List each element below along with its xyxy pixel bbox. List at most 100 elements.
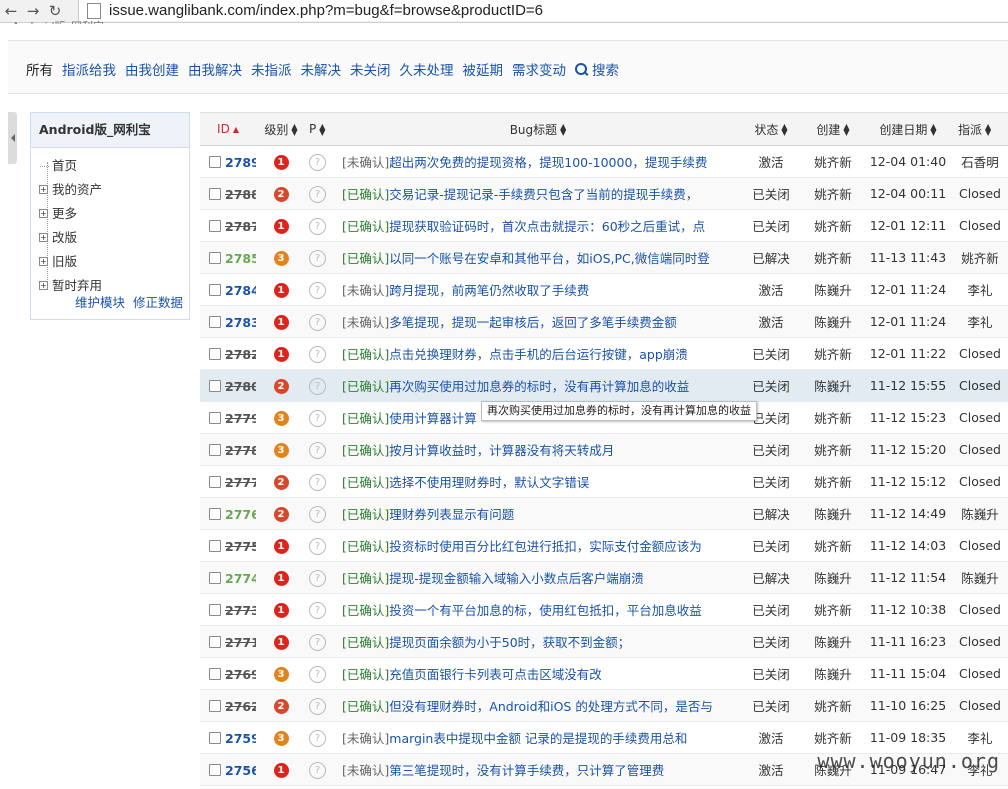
bug-id-link[interactable]: 2787 (225, 219, 256, 234)
row-checkbox[interactable] (209, 508, 221, 520)
tree-node[interactable]: + 更多 (39, 202, 189, 226)
expand-icon[interactable]: + (39, 209, 48, 218)
filter-tab[interactable]: 由我解决 (188, 59, 242, 79)
col-header-assign[interactable]: 指派 ▲ ▼ (952, 112, 1008, 146)
bug-title-link[interactable]: 多笔提现，提现一起审核后，返回了多笔手续费金额 (389, 315, 677, 330)
bug-title-link[interactable]: 点击兑换理财券，点击手机的后台运行按键，app崩溃 (389, 347, 688, 362)
row-checkbox[interactable] (209, 476, 221, 488)
row-checkbox[interactable] (209, 668, 221, 680)
expand-icon[interactable]: + (39, 257, 48, 266)
table-row[interactable]: 27831?[未确认]多笔提现，提现一起审核后，返回了多笔手续费金额激活陈巍升1… (200, 305, 1008, 338)
bug-title-link[interactable]: 交易记录-提现记录-手续费只包含了当前的提现手续费， (389, 187, 698, 202)
table-row[interactable]: 2762 2? [已确认]但没有理财券时，Android和iOS 的处理方式不同，是… (200, 689, 1008, 722)
col-header-title[interactable]: Bug标题 ▲ ▼ (336, 112, 740, 146)
row-checkbox[interactable] (209, 732, 221, 744)
bug-id-link[interactable]: 2776 (225, 507, 256, 522)
bug-id-link[interactable]: 2775 (225, 539, 256, 554)
row-checkbox[interactable] (209, 700, 221, 712)
bug-id-link[interactable]: 2779 (225, 411, 256, 426)
bug-title-link[interactable]: 投资一个有平台加息的标，使用红包抵扣，平台加息收益 (389, 603, 702, 618)
filter-tab[interactable]: 未解决 (301, 59, 342, 79)
bug-id-link[interactable]: 2785 (225, 251, 256, 266)
table-row[interactable]: 27802?[已确认]再次购买使用过加息券的标时，没有再计算加息的收益已关闭陈巍… (200, 369, 1008, 402)
bug-title-link[interactable]: 选择不使用理财券时，默认文字错误 (389, 475, 589, 490)
bug-id-link[interactable]: 2784 (225, 283, 256, 298)
row-checkbox[interactable] (209, 252, 221, 264)
row-checkbox[interactable] (209, 220, 221, 232)
col-header-id[interactable]: ID ▲ (200, 112, 256, 146)
bug-id-link[interactable]: 2773 (225, 603, 256, 618)
table-row[interactable]: 27741?[已确认]提现-提现金额输入域输入小数点后客户端崩溃已解决陈巍升11… (200, 561, 1008, 594)
filter-tab[interactable]: 未指派 (251, 59, 292, 79)
bug-id-link[interactable]: 2769 (225, 667, 256, 682)
col-header-severity[interactable]: 级别 ▲ ▼ (256, 112, 306, 146)
table-row[interactable]: 2789 1? [未确认]超出两次免费的提现资格，提现100-10000，提现手续费… (200, 145, 1008, 178)
col-header-created-date[interactable]: 创建日期 ▲ ▼ (864, 112, 952, 146)
filter-tab[interactable]: 指派给我 (62, 59, 116, 79)
bug-id-link[interactable]: 2782 (225, 347, 256, 362)
table-row[interactable]: 27762?[已确认]理财券列表显示有问题已解决陈巍升11-12 14:49陈巍… (200, 497, 1008, 530)
row-checkbox[interactable] (209, 604, 221, 616)
bug-title-link[interactable]: 提现页面余额为小于50时，获取不到金额； (389, 635, 630, 650)
col-header-status[interactable]: 状态 ▲ ▼ (740, 112, 802, 146)
row-checkbox[interactable] (209, 348, 221, 360)
bug-id-link[interactable]: 2780 (225, 379, 256, 394)
table-row[interactable]: 27821?[已确认]点击兑换理财券，点击手机的后台运行按键，app崩溃已关闭姚… (200, 337, 1008, 370)
search-toggle[interactable]: 搜索 (575, 59, 619, 79)
bug-title-link[interactable]: 提现-提现金额输入域输入小数点后客户端崩溃 (389, 571, 644, 586)
row-checkbox[interactable] (209, 764, 221, 776)
filter-tab[interactable]: 由我创建 (125, 59, 179, 79)
bug-title-link[interactable]: 按月计算收益时，计算器没有将天转成月 (389, 443, 614, 458)
bug-id-link[interactable]: 2771 (225, 635, 256, 650)
filter-tab[interactable]: 未关闭 (350, 59, 391, 79)
table-row[interactable]: 27693?[已确认]充值页面银行卡列表可点击区域没有改已关闭陈巍升11-11 … (200, 657, 1008, 690)
bug-title-link[interactable]: 第三笔提现时，没有计算手续费，只计算了管理费 (389, 763, 664, 778)
tree-node[interactable]: + 我的资产 (39, 178, 189, 202)
table-row[interactable]: 2785 3? [已确认]以同一个账号在安卓和其他平台，如iOS,PC,微信端同时登… (200, 241, 1008, 274)
tree-node[interactable]: + 旧版 (39, 250, 189, 274)
tree-node[interactable]: 首页 (40, 154, 189, 178)
row-checkbox[interactable] (209, 636, 221, 648)
bug-title-link[interactable]: 充值页面银行卡列表可点击区域没有改 (389, 667, 602, 682)
col-header-pri[interactable]: P ▲ ▼ (306, 112, 336, 146)
bug-title-link[interactable]: margin表中提现中金额 记录的是提现的手续费用总和 (389, 731, 687, 746)
bug-id-link[interactable]: 2777 (225, 475, 256, 490)
bug-id-link[interactable]: 2762 (225, 699, 256, 714)
expand-icon[interactable]: + (39, 185, 48, 194)
table-row[interactable]: 27751?[已确认]投资标时使用百分比红包进行抵扣，实际支付金额应该为已关闭姚… (200, 529, 1008, 562)
bug-id-link[interactable]: 2778 (225, 443, 256, 458)
bug-id-link[interactable]: 2774 (225, 571, 256, 586)
row-checkbox[interactable] (209, 444, 221, 456)
table-row[interactable]: 27871?[已确认]提现获取验证码时，首次点击就提示：60秒之后重试，点已关闭… (200, 209, 1008, 242)
bug-title-link[interactable]: 以同一个账号在安卓和其他平台，如iOS,PC,微信端同时登 (389, 251, 709, 266)
bug-title-link[interactable]: 提现获取验证码时，首次点击就提示：60秒之后重试，点 (389, 219, 705, 234)
row-checkbox[interactable] (209, 572, 221, 584)
table-row[interactable]: 27772?[已确认]选择不使用理财券时，默认文字错误已关闭姚齐新11-12 1… (200, 465, 1008, 498)
bug-title-link[interactable]: 使用计算器计算 (389, 411, 477, 426)
bug-title-link[interactable]: 理财券列表显示有问题 (389, 507, 514, 522)
table-row[interactable]: 27783?[已确认]按月计算收益时，计算器没有将天转成月已关闭姚齐新11-12… (200, 433, 1008, 466)
table-row[interactable]: 27731?[已确认]投资一个有平台加息的标，使用红包抵扣，平台加息收益已关闭姚… (200, 593, 1008, 626)
table-row[interactable]: 27841?[未确认]跨月提现，前两笔仍然收取了手续费激活陈巍升12-01 11… (200, 273, 1008, 306)
sidebar-collapse-handle[interactable] (8, 112, 17, 164)
row-checkbox[interactable] (209, 284, 221, 296)
filter-tab[interactable]: 久未处理 (400, 59, 454, 79)
tree-node[interactable]: + 改版 (39, 226, 189, 250)
table-row[interactable]: 27882?[已确认]交易记录-提现记录-手续费只包含了当前的提现手续费，已关闭… (200, 177, 1008, 210)
bug-title-link[interactable]: 投资标时使用百分比红包进行抵扣，实际支付金额应该为 (389, 539, 702, 554)
bug-id-link[interactable]: 2756 (225, 763, 256, 778)
row-checkbox[interactable] (209, 316, 221, 328)
fix-data-link[interactable]: 修正数据 (133, 292, 183, 311)
row-checkbox[interactable] (209, 156, 221, 168)
expand-icon[interactable]: + (39, 233, 48, 242)
filter-tab[interactable]: 所有 (26, 59, 53, 79)
bug-title-link[interactable]: 再次购买使用过加息券的标时，没有再计算加息的收益 (389, 379, 689, 394)
bug-title-link[interactable]: 但没有理财券时，Android和iOS 的处理方式不同，是否与 (389, 699, 713, 714)
row-checkbox[interactable] (209, 412, 221, 424)
col-header-creator[interactable]: 创建 ▲ ▼ (802, 112, 864, 146)
bug-id-link[interactable]: 2783 (225, 315, 256, 330)
table-row[interactable]: 27711?[已确认]提现页面余额为小于50时，获取不到金额；已关闭陈巍升11-… (200, 625, 1008, 658)
row-checkbox[interactable] (209, 540, 221, 552)
bug-title-link[interactable]: 跨月提现，前两笔仍然收取了手续费 (389, 283, 589, 298)
maintain-modules-link[interactable]: 维护模块 (75, 292, 125, 311)
